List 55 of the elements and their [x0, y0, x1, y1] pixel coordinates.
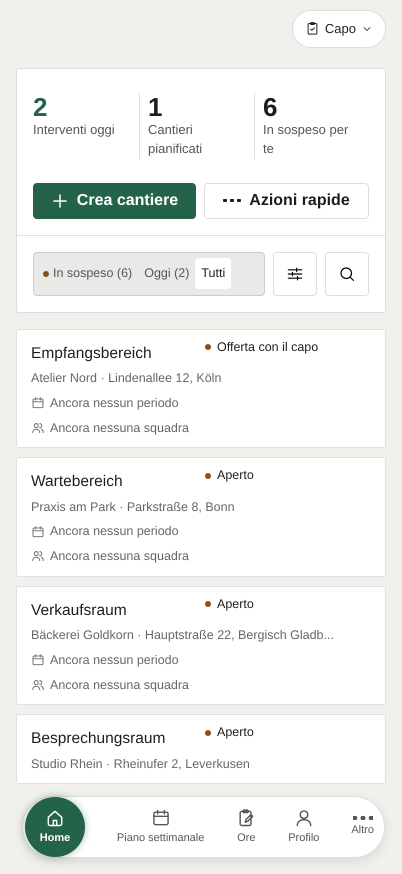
team-text: Ancora nessuna squadra: [50, 676, 189, 694]
nav-tab[interactable]: Ore: [236, 808, 256, 846]
filter-tab[interactable]: Oggi (2): [138, 258, 196, 290]
team-text: Ancora nessuna squadra: [50, 548, 189, 566]
nav-tab[interactable]: Profilo: [288, 808, 320, 846]
stat-label: Cantieri pianificati: [148, 121, 204, 158]
period-text: Ancora nessun periodo: [50, 394, 179, 412]
filter-settings-button[interactable]: [273, 252, 317, 296]
site-title: Wartebereich: [31, 472, 124, 492]
nav-tab[interactable]: Home: [25, 797, 85, 857]
more-icon: [352, 816, 373, 820]
site-address: Studio Rhein · Rheinufer 2, Leverkusen: [31, 756, 251, 773]
stat-label: In sospeso per te: [263, 121, 350, 158]
site-address: Praxis am Park · Parkstraße 8, Bonn: [31, 498, 236, 516]
filter-tab[interactable]: Tutti: [195, 258, 232, 290]
calendar-icon: [31, 396, 45, 410]
search-icon: [338, 264, 356, 283]
stat-value: 6: [263, 92, 278, 122]
people-icon: [31, 420, 45, 435]
calendar-icon: [31, 524, 45, 539]
people-icon: [31, 549, 45, 564]
period-text: Ancora nessun periodo: [50, 652, 179, 669]
period-text: Ancora nessun periodo: [50, 523, 179, 540]
site-card[interactable]: Verkaufsraum Aperto Bäckerei Goldkorn · Hauptstraße 22, Bergisch Gladb... Ancora nessun periodo Ancora nessuna squadra: [16, 586, 386, 706]
people-icon: [31, 678, 45, 692]
status-label: Aperto: [217, 467, 254, 484]
quick-actions-button[interactable]: Azioni rapide: [204, 182, 369, 219]
stat-value: 2: [33, 92, 48, 122]
stat-label: Interventi oggi: [33, 121, 116, 140]
site-card[interactable]: Besprechungsraum Aperto Studio Rhein · Rheinufer 2, Leverkusen: [16, 714, 386, 784]
filter-tab[interactable]: In sospeso (6): [37, 258, 138, 290]
stat-value: 1: [148, 92, 164, 122]
plus-icon: [50, 192, 69, 210]
clipboard-check-icon: [304, 21, 320, 36]
nav-tab[interactable]: Altro: [351, 816, 374, 838]
role-menu-button[interactable]: Capo: [292, 10, 386, 48]
create-site-button[interactable]: Crea cantiere: [33, 182, 196, 219]
site-title: Verkaufsraum: [31, 600, 128, 621]
site-title: Empfangsbereich: [31, 344, 153, 364]
more-icon: [223, 199, 242, 202]
site-address: Bäckerei Goldkorn · Hauptstraße 22, Bergisch Gladb...: [31, 627, 335, 644]
calendar-icon: [31, 653, 45, 668]
status-label: Offerta con il capo: [217, 338, 318, 356]
nav-tab[interactable]: Piano settimanale: [116, 808, 204, 846]
status-label: Aperto: [217, 596, 254, 613]
site-card[interactable]: Empfangsbereich Offerta con il capo Atelier Nord · Lindenallee 12, Köln Ancora nessun periodo Ancora nessuna squadra: [16, 328, 386, 448]
site-address: Atelier Nord · Lindenallee 12, Köln: [31, 370, 222, 388]
calendar-icon: [150, 808, 171, 828]
site-title: Besprechungsraum: [31, 729, 166, 750]
search-button[interactable]: [325, 252, 369, 296]
site-card[interactable]: Wartebereich Aperto Praxis am Park · Parkstraße 8, Bonn Ancora nessun periodo Ancora nessuna squadra: [16, 457, 386, 577]
team-text: Ancora nessuna squadra: [50, 420, 189, 437]
status-label: Aperto: [217, 724, 254, 742]
person-icon: [294, 808, 314, 828]
home-icon: [45, 808, 65, 828]
